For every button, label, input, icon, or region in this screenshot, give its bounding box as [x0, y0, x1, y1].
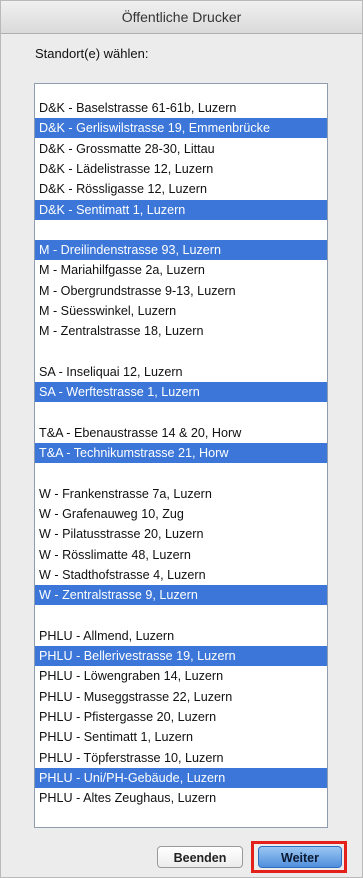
continue-button[interactable]: Weiter: [258, 846, 342, 868]
location-listbox[interactable]: D&K - Baselstrasse 61-61b, Luzern D&K - G…: [34, 83, 328, 828]
location-item[interactable]: D&K - Sentimatt 1, Luzern: [35, 199, 327, 220]
location-item[interactable]: PHLU - Altes Zeughaus, Luzern: [35, 788, 327, 808]
printer-dialog-window: Öffentliche Drucker Standort(e) wählen: …: [0, 0, 363, 878]
location-item[interactable]: W - Rösslimatte 48, Luzern: [35, 545, 327, 565]
location-item[interactable]: PHLU - Löwengraben 14, Luzern: [35, 666, 327, 686]
location-item[interactable]: D&K - Grossmatte 28-30, Littau: [35, 139, 327, 159]
location-item[interactable]: D&K - Rössligasse 12, Luzern: [35, 179, 327, 199]
location-item[interactable]: T&A - Technikumstrasse 21, Horw: [35, 443, 327, 464]
cancel-button[interactable]: Beenden: [157, 846, 243, 868]
location-item[interactable]: W - Grafenauweg 10, Zug: [35, 504, 327, 524]
location-item[interactable]: M - Obergrundstrasse 9-13, Luzern: [35, 281, 327, 301]
location-item[interactable]: PHLU - Töpferstrasse 10, Luzern: [35, 748, 327, 768]
location-item[interactable]: W - Pilatusstrasse 20, Luzern: [35, 524, 327, 544]
location-item[interactable]: M - Dreilindenstrasse 93, Luzern: [35, 240, 327, 261]
location-item[interactable]: PHLU - Uni/PH-Gebäude, Luzern: [35, 767, 327, 788]
location-prompt-label: Standort(e) wählen:: [35, 46, 149, 61]
location-item[interactable]: PHLU - Allmend, Luzern: [35, 626, 327, 646]
location-item[interactable]: M - Mariahilfgasse 2a, Luzern: [35, 260, 327, 280]
location-item[interactable]: SA - Inseliquai 12, Luzern: [35, 362, 327, 382]
location-item[interactable]: M - Zentralstrasse 18, Luzern: [35, 321, 327, 341]
location-item[interactable]: PHLU - Bellerivestrasse 19, Luzern: [35, 646, 327, 667]
location-item[interactable]: T&A - Ebenaustrasse 14 & 20, Horw: [35, 423, 327, 443]
location-item[interactable]: W - Frankenstrasse 7a, Luzern: [35, 484, 327, 504]
location-item[interactable]: SA - Werftestrasse 1, Luzern: [35, 382, 327, 403]
location-item[interactable]: PHLU - Pfistergasse 20, Luzern: [35, 707, 327, 727]
location-item[interactable]: D&K - Gerliswilstrasse 19, Emmenbrücke: [35, 118, 327, 139]
location-item[interactable]: M - Süesswinkel, Luzern: [35, 301, 327, 321]
window-title: Öffentliche Drucker: [1, 1, 362, 34]
location-item[interactable]: PHLU - Museggstrasse 22, Luzern: [35, 687, 327, 707]
location-item[interactable]: PHLU - Sentimatt 1, Luzern: [35, 727, 327, 747]
location-item[interactable]: W - Zentralstrasse 9, Luzern: [35, 585, 327, 606]
location-item[interactable]: D&K - Baselstrasse 61-61b, Luzern: [35, 98, 327, 118]
location-item[interactable]: D&K - Lädelistrasse 12, Luzern: [35, 159, 327, 179]
location-item[interactable]: W - Stadthofstrasse 4, Luzern: [35, 565, 327, 585]
